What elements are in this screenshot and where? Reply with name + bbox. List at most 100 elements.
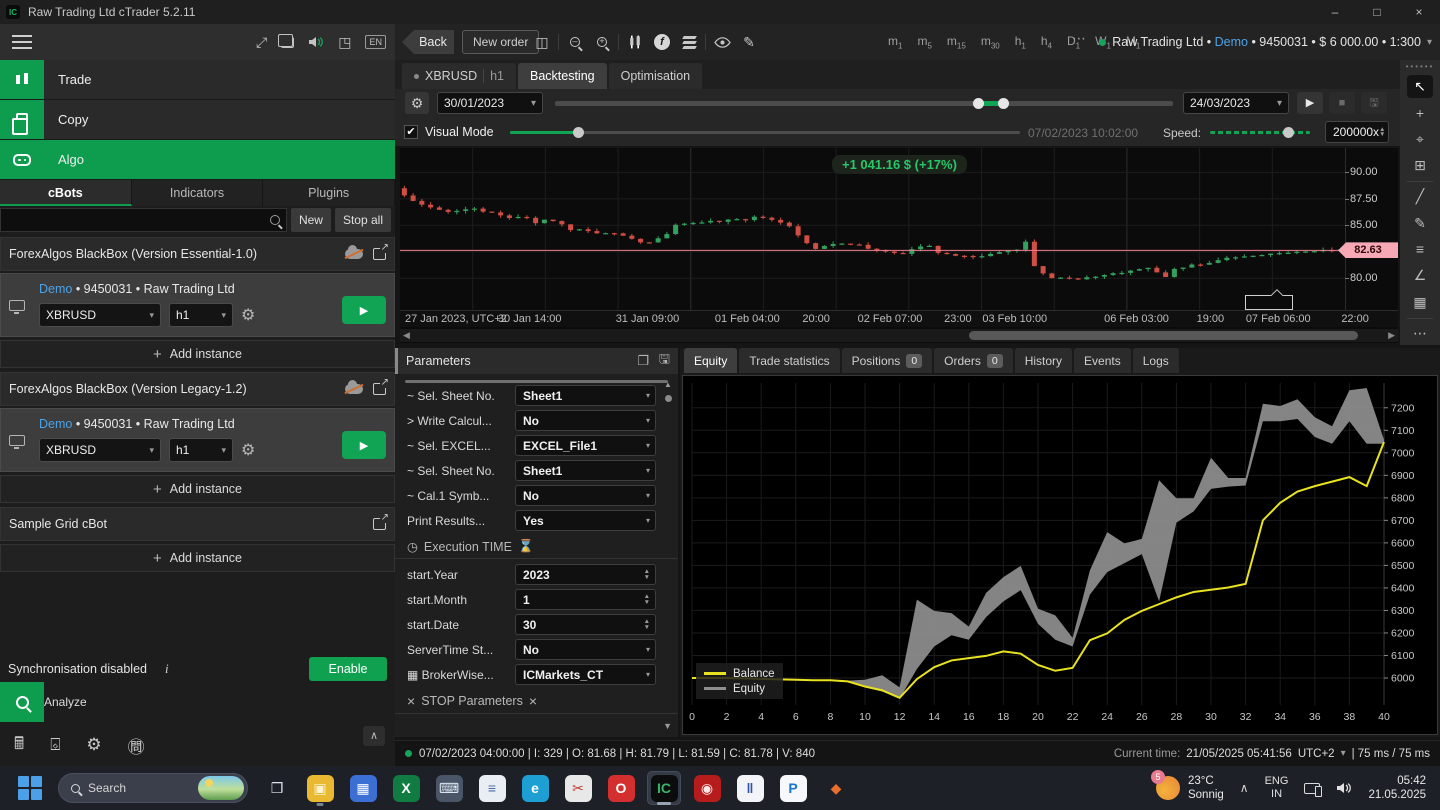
withdraw-icon[interactable]: 🖩 — [14, 731, 24, 760]
layers-icon[interactable] — [677, 30, 701, 54]
enable-sync-button[interactable]: Enable — [309, 657, 387, 681]
tab-orders[interactable]: Orders0 — [934, 348, 1013, 373]
timeframe-select[interactable]: h1▾ — [169, 303, 233, 327]
parameter-stepper[interactable]: 30▲▼ — [515, 614, 656, 635]
menu-icon[interactable] — [12, 35, 32, 49]
plugins-icon[interactable]: ◳ — [338, 34, 351, 51]
taskbar-app-notepad[interactable]: ≡ — [475, 771, 509, 805]
taskbar-app-touch-keyboard[interactable]: ⌨ — [432, 771, 466, 805]
shape-add-icon[interactable]: ⊞ — [1407, 154, 1433, 177]
cbot-header-sample-grid[interactable]: Sample Grid cBot — [0, 507, 395, 541]
speed-value-stepper[interactable]: 200000x▲▼ — [1325, 121, 1389, 143]
toolrail-drag-handle[interactable]: •••••• — [1406, 64, 1435, 72]
cloud-off-icon[interactable] — [345, 384, 363, 394]
instance-settings-gear-icon[interactable]: ⚙ — [241, 305, 255, 325]
params-scrollbar[interactable]: ▲ — [662, 380, 674, 402]
scrollbar-thumb[interactable] — [969, 331, 1358, 340]
taskbar-app-calculator[interactable]: ▦ — [346, 771, 380, 805]
close-button[interactable]: × — [1398, 0, 1440, 24]
language-indicator[interactable]: ENGIN — [1265, 775, 1289, 801]
parameter-stepper[interactable]: 2023▲▼ — [515, 564, 656, 585]
maximize-button[interactable]: □ — [1356, 0, 1398, 24]
new-cbot-button[interactable]: New — [291, 208, 331, 232]
taskbar-clock[interactable]: 05:4221.05.2025 — [1368, 774, 1426, 802]
cbot-header-essential[interactable]: ForexAlgos BlackBox (Version Essential-1… — [0, 237, 395, 271]
share-icon[interactable] — [373, 248, 386, 260]
network-icon[interactable] — [1304, 783, 1320, 794]
chart-layout-icon[interactable]: ◫ — [530, 30, 554, 54]
start-date-select[interactable]: 30/01/2023▾ — [437, 92, 543, 114]
volume-icon[interactable] — [1336, 781, 1352, 795]
timeframe-m15[interactable]: m15 — [947, 34, 966, 50]
tab-events[interactable]: Events — [1074, 348, 1131, 373]
taskbar-app-edge-browser[interactable]: e — [518, 771, 552, 805]
speed-handle[interactable] — [1283, 127, 1294, 138]
weather-widget[interactable]: 5 23°CSonnig — [1156, 774, 1224, 802]
parameter-select[interactable]: Yes▾ — [515, 510, 656, 531]
visibility-eye-icon[interactable] — [710, 30, 734, 54]
parameter-select[interactable]: Sheet1▾ — [515, 385, 656, 406]
tab-cbots[interactable]: cBots — [0, 180, 132, 206]
parameter-select[interactable]: Sheet1▾ — [515, 460, 656, 481]
tab-optimisation[interactable]: Optimisation — [609, 63, 702, 89]
tray-overflow-icon[interactable]: ∧ — [1240, 781, 1249, 795]
parameter-stepper[interactable]: 1▲▼ — [515, 589, 656, 610]
cbot-header-legacy[interactable]: ForexAlgos BlackBox (Version Legacy-1.2) — [0, 372, 395, 406]
crosshair-icon[interactable]: + — [1407, 101, 1433, 124]
share-icon[interactable] — [373, 383, 386, 395]
cbot-search-input[interactable] — [0, 208, 287, 232]
sidebar-item-trade[interactable]: Trade — [0, 60, 395, 100]
speed-slider[interactable] — [1210, 131, 1310, 134]
fullscreen-icon[interactable]: ⤢ — [256, 34, 267, 51]
instance-settings-gear-icon[interactable]: ⚙ — [241, 440, 255, 460]
tab-equity[interactable]: Equity — [684, 348, 737, 373]
equity-chart[interactable]: 6000610062006300640065006600670068006900… — [682, 375, 1438, 735]
windows-layout-icon[interactable] — [281, 37, 294, 48]
tab-backtesting[interactable]: Backtesting — [518, 63, 607, 89]
taskbar-app-stocks-app[interactable]: ‖ — [733, 771, 767, 805]
start-cbot-button[interactable]: ▶ — [342, 296, 386, 324]
taskbar-app-snipping-tool[interactable]: ✂ — [561, 771, 595, 805]
pointer-icon[interactable]: ↖ — [1407, 75, 1433, 98]
timezone-caret-icon[interactable]: ▾ — [1341, 748, 1346, 759]
add-instance-button[interactable]: +Add instance — [0, 475, 395, 503]
price-chart[interactable]: +1 041.16 $ (+17%) 90.0087.5085.0080.00 … — [400, 148, 1398, 343]
stepper-arrows-icon[interactable]: ▲▼ — [644, 594, 650, 605]
range-handle-right[interactable] — [998, 98, 1009, 109]
taskbar-search[interactable]: Search — [58, 773, 248, 803]
stop-backtest-button[interactable]: ■ — [1329, 92, 1355, 114]
taskbar-app-pingplotter[interactable]: P — [776, 771, 810, 805]
timeframe-m5[interactable]: m5 — [917, 34, 931, 50]
tab-positions[interactable]: Positions0 — [842, 348, 933, 373]
stop-all-button[interactable]: Stop all — [335, 208, 391, 232]
sidebar-item-analyze[interactable]: Analyze — [0, 682, 395, 722]
detach-panel-icon[interactable]: ❐ — [637, 353, 649, 369]
share-icon[interactable] — [373, 518, 386, 530]
add-instance-button[interactable]: +Add instance — [0, 544, 395, 572]
parameter-select[interactable]: No▾ — [515, 410, 656, 431]
zoom-in-icon[interactable]: + — [590, 30, 614, 54]
tab-indicators[interactable]: Indicators — [132, 180, 264, 206]
taskbar-app-matlab[interactable]: ◆ — [819, 771, 853, 805]
parameter-select[interactable]: No▾ — [515, 485, 656, 506]
account-selector[interactable]: Raw Trading Ltd • Demo • 9450031 • $ 6 0… — [1099, 24, 1432, 60]
timeframe-m30[interactable]: m30 — [981, 34, 1000, 50]
fibonacci-fan-icon[interactable]: ∠ — [1407, 264, 1433, 287]
params-scroll-down-icon[interactable]: ▼ — [663, 721, 672, 731]
more-tools-icon[interactable]: ⋯ — [1407, 322, 1433, 345]
pattern-grid-icon[interactable]: ▦ — [1407, 290, 1433, 313]
progress-handle[interactable] — [573, 127, 584, 138]
settings-gear-icon[interactable]: ⚙ — [86, 735, 101, 755]
tab-logs[interactable]: Logs — [1133, 348, 1179, 373]
scroll-left-icon[interactable]: ◀ — [403, 329, 410, 342]
parameter-select[interactable]: No▾ — [515, 639, 656, 660]
sidebar-item-copy[interactable]: Copy — [0, 100, 395, 140]
symbol-select[interactable]: XBRUSD▾ — [39, 303, 161, 327]
taskbar-app-red-app[interactable]: ◉ — [690, 771, 724, 805]
taskbar-app-excel[interactable]: X — [389, 771, 423, 805]
freehand-draw-icon[interactable]: ✎ — [1407, 211, 1433, 234]
end-date-select[interactable]: 24/03/2023▾ — [1183, 92, 1289, 114]
collapse-sidebar-icon[interactable]: ∧ — [363, 726, 385, 746]
minimize-button[interactable]: – — [1314, 0, 1356, 24]
timeframe-h1[interactable]: h1 — [1015, 34, 1026, 50]
